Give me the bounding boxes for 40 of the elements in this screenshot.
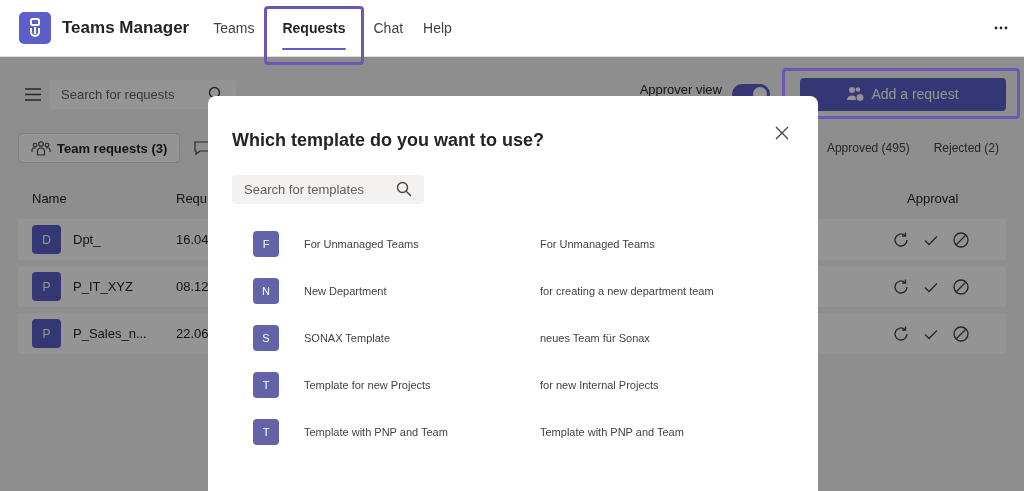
nav-tab[interactable]: Teams [205,0,263,56]
template-name[interactable]: SONAX Template [304,331,515,344]
request-date: 08.12 [176,279,209,294]
template-description: neues Team für Sonax [540,331,651,344]
template-avatar: T [253,371,279,398]
team-avatar: P [32,272,61,301]
nav-tab[interactable]: Help [415,0,460,56]
toggle-label: Approver view [639,81,722,97]
template-search-field[interactable]: Search for templates [232,175,424,204]
template-avatar: F [253,230,279,257]
template-name[interactable]: Template with PNP and Team [304,425,515,438]
template-name[interactable]: Template for new Projects [304,378,515,391]
nav-tab[interactable]: Chat [365,0,412,56]
team-name: Dpt_ [73,232,101,247]
template-avatar: S [253,324,279,351]
template-description: Template with PNP and Team [540,425,685,438]
filter-tab[interactable]: Team requests (3) [18,133,181,163]
app-title: Teams Manager [62,18,190,38]
template-avatar: T [253,418,279,445]
add-request-button[interactable]: Add a request [800,77,1006,111]
search-field[interactable]: Search for requests [49,79,236,109]
column-header: Requ [176,190,208,206]
template-name[interactable]: For Unmanaged Teams [304,237,515,250]
template-description: for new Internal Projects [540,378,660,391]
column-header: Name [32,190,67,206]
template-name[interactable]: New Department [304,284,515,297]
filter-tab[interactable]: Rejected (2) [926,133,1006,163]
request-date: 22.06 [176,326,209,341]
team-avatar: P [32,319,61,348]
team-avatar: D [32,225,61,254]
request-date: 16.04 [176,232,209,247]
filter-tab[interactable]: Approved (495) [819,133,917,163]
template-description: For Unmanaged Teams [540,237,656,250]
template-avatar: N [253,277,279,304]
dialog-title: Which template do you want to use? [232,130,544,151]
nav-tab[interactable]: Requests [266,0,362,56]
team-name: P_IT_XYZ [73,279,133,294]
template-description: for creating a new department team [540,284,715,297]
column-header: Approval [907,190,959,206]
team-name: P_Sales_n... [73,326,147,341]
